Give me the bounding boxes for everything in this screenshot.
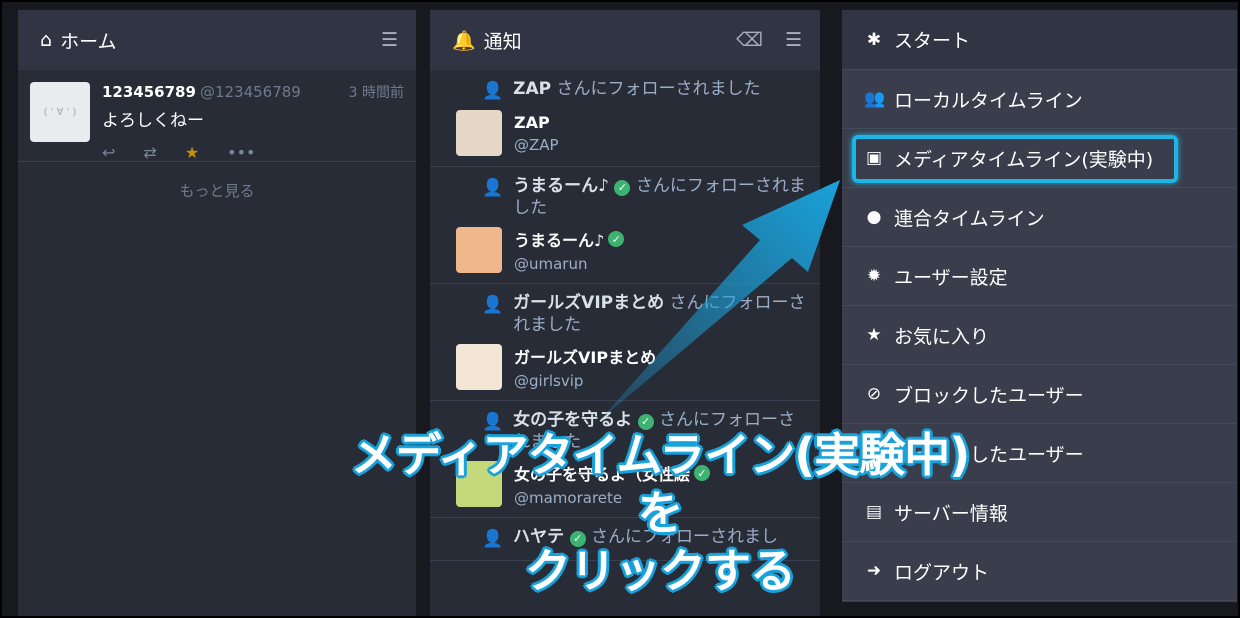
menu-item-ban[interactable]: ⊘ ブロックしたユーザー xyxy=(842,365,1237,424)
avatar[interactable] xyxy=(456,344,502,390)
reply-icon[interactable]: ↩ xyxy=(102,143,115,162)
account-handle: @123456789 xyxy=(199,83,301,101)
status-text: よろしくねー xyxy=(102,111,204,131)
display-name[interactable]: ガールズVIPまとめ xyxy=(514,344,656,368)
notification-item[interactable]: 👤 ガールズVIPまとめ さんにフォローされました ガールズVIPまとめ @girls… xyxy=(430,284,820,401)
home-column-header[interactable]: ⌂ ホーム ☰ xyxy=(18,10,416,70)
follower-name[interactable]: うまるーん♪ xyxy=(513,176,609,196)
follower-name[interactable]: ZAP xyxy=(513,79,551,99)
ban-icon: ⊘ xyxy=(866,384,882,404)
notifications-column-header[interactable]: 🔔 通知 ⌫ ☰ xyxy=(430,10,820,70)
home-column-title: ホーム xyxy=(60,30,117,53)
menu-item-label: お気に入り xyxy=(894,325,990,348)
verified-icon: ✓ xyxy=(608,231,625,247)
bell-icon: 🔔 xyxy=(452,29,476,52)
gear-icon: ✹ xyxy=(866,266,882,286)
menu-item-label: 連合タイムライン xyxy=(894,207,1045,230)
menu-item-gear[interactable]: ✹ ユーザー設定 xyxy=(842,247,1237,306)
globe-icon: ● xyxy=(866,207,882,227)
notification-item[interactable]: 👤 ZAP さんにフォローされました ZAP @ZAP xyxy=(430,70,820,167)
annotation-caption: メディアタイムライン(実験中)を クリックする xyxy=(330,426,990,600)
menu-item-image[interactable]: ▣ メディアタイムライン(実験中) xyxy=(842,129,1237,188)
column-settings-icon[interactable]: ☰ xyxy=(381,29,398,51)
menu-item-label: スタート xyxy=(894,30,971,52)
menu-item-label: メディアタイムライン(実験中) xyxy=(894,148,1154,171)
notifications-column-title: 通知 xyxy=(483,30,522,53)
column-settings-icon[interactable]: ☰ xyxy=(785,29,802,51)
menu-item-globe[interactable]: ● 連合タイムライン xyxy=(842,188,1237,247)
avatar[interactable] xyxy=(456,227,502,273)
display-name[interactable]: うまるーん♪ xyxy=(514,227,604,251)
load-more-button[interactable]: もっと見る xyxy=(18,162,416,219)
favourite-icon[interactable]: ★ xyxy=(185,143,199,162)
follower-name[interactable]: ガールズVIPまとめ xyxy=(513,293,664,313)
home-icon: ⌂ xyxy=(40,29,53,51)
menu-item-label: ユーザー設定 xyxy=(894,266,1008,289)
status-item[interactable]: ( ' ∀ ' ) 123456789 @123456789 3 時間前 よろし… xyxy=(18,70,416,162)
more-options-icon[interactable]: ••• xyxy=(227,143,255,162)
notification-account[interactable]: うまるーん♪ ✓ @umarun xyxy=(456,227,806,273)
status-time[interactable]: 3 時間前 xyxy=(349,82,404,102)
eraser-icon[interactable]: ⌫ xyxy=(736,29,763,51)
user-plus-icon: 👤 xyxy=(482,81,504,101)
notification-account[interactable]: ガールズVIPまとめ @girlsvip xyxy=(456,344,806,390)
account-handle: @girlsvip xyxy=(514,372,584,390)
avatar[interactable]: ( ' ∀ ' ) xyxy=(30,82,90,142)
asterisk-icon: ✱ xyxy=(866,29,882,50)
notification-line: 👤 ZAP さんにフォローされました xyxy=(456,78,806,102)
users-icon: 👥 xyxy=(864,89,886,109)
menu-item-star[interactable]: ★ お気に入り xyxy=(842,306,1237,365)
display-name[interactable]: ZAP xyxy=(514,113,550,132)
account-handle: @umarun xyxy=(514,255,588,273)
boost-icon[interactable]: ⇄ xyxy=(143,143,156,162)
annotation-line-2: クリックする xyxy=(525,544,796,598)
menu-item-users[interactable]: 👥 ローカルタイムライン xyxy=(842,70,1237,129)
menu-item-label: ブロックしたユーザー xyxy=(894,384,1084,407)
notification-message: さんにフォローされました xyxy=(551,79,761,99)
notification-item[interactable]: 👤 うまるーん♪ ✓ さんにフォローされました うまるーん♪ ✓ @umarun xyxy=(430,167,820,284)
display-name[interactable]: 123456789 xyxy=(102,83,196,101)
notification-account[interactable]: ZAP @ZAP xyxy=(456,110,806,156)
user-plus-icon: 👤 xyxy=(482,295,504,315)
menu-item-label: ローカルタイムライン xyxy=(894,89,1083,112)
verified-icon: ✓ xyxy=(614,180,631,196)
annotation-line-1: メディアタイムライン(実験中)を xyxy=(350,428,971,540)
menu-item-asterisk[interactable]: ✱ スタート xyxy=(842,10,1237,70)
account-handle: @ZAP xyxy=(514,135,559,154)
star-icon: ★ xyxy=(866,325,882,345)
image-icon: ▣ xyxy=(865,148,883,168)
notification-line: 👤 うまるーん♪ ✓ さんにフォローされました xyxy=(456,175,806,219)
avatar[interactable] xyxy=(456,110,502,156)
notification-line: 👤 ガールズVIPまとめ さんにフォローされました xyxy=(456,292,806,336)
user-plus-icon: 👤 xyxy=(482,178,504,198)
